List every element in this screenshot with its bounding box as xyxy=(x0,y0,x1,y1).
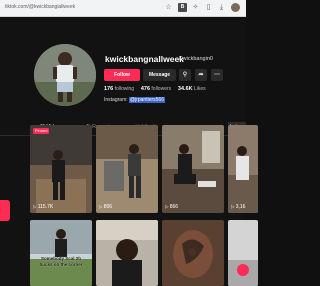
video-tile[interactable]: 3,16 xyxy=(228,125,258,213)
follow-button[interactable]: Follow xyxy=(104,69,140,81)
view-count: 3,16 xyxy=(231,204,246,210)
video-tile[interactable]: Somebody Scal 2b bucks on the corner xyxy=(30,220,92,286)
video-tile[interactable] xyxy=(162,220,224,286)
extension-icon[interactable]: B xyxy=(178,3,187,12)
message-button[interactable]: Message xyxy=(143,69,176,81)
browser-profile-avatar[interactable] xyxy=(231,3,240,12)
video-tile[interactable]: Pinned 115.7K xyxy=(30,125,92,213)
more-options-icon[interactable]: ⋯ xyxy=(211,69,223,81)
share-icon[interactable]: ➦ xyxy=(195,69,207,81)
profile-stats: 176 following 476 followers 34.6K Likes xyxy=(104,86,206,92)
bio-prefix: Instagram xyxy=(104,97,127,103)
following-count: 176 xyxy=(104,86,114,92)
profile-avatar[interactable] xyxy=(34,44,96,106)
following-label[interactable]: following xyxy=(115,86,134,92)
video-tile[interactable] xyxy=(96,220,158,286)
likes-count: 34.6K xyxy=(177,86,193,92)
download-icon[interactable]: ⤓ xyxy=(217,3,226,12)
pinned-badge: Pinned xyxy=(33,128,50,134)
address-bar[interactable]: tiktok.com/@kwickbangiallweek xyxy=(5,4,75,10)
likes-label: Likes xyxy=(194,86,206,92)
puzzle-icon[interactable]: ✧ xyxy=(191,3,200,12)
sidebar-icon[interactable]: ▯ xyxy=(204,3,213,12)
followers-count: 476 xyxy=(140,86,151,92)
followers-label[interactable]: followers xyxy=(151,86,171,92)
profile-username: kwickbangnallweek xyxy=(105,54,184,64)
profile-bio: Instagram: @jrpantiers566 xyxy=(104,97,165,103)
get-app-button[interactable] xyxy=(237,264,249,276)
video-tile[interactable]: 806 xyxy=(96,125,158,213)
sidebar-accent[interactable] xyxy=(0,200,10,221)
profile-page: kwickbangnallweek Kwickbangin0 Follow Me… xyxy=(0,17,258,286)
browser-toolbar: tiktok.com/@kwickbangiallweek ☆ B ✧ ▯ ⤓ xyxy=(0,0,246,17)
view-count: 806 xyxy=(99,204,112,210)
video-tile[interactable]: 866 xyxy=(162,125,224,213)
profile-nickname: Kwickbangin0 xyxy=(179,56,213,62)
star-icon[interactable]: ☆ xyxy=(164,3,173,12)
view-count: 115.7K xyxy=(33,204,53,210)
video-tile[interactable] xyxy=(228,220,258,286)
add-friend-icon[interactable]: ⚲ xyxy=(179,69,191,81)
video-caption-overlay: Somebody Scal 2b bucks on the corner xyxy=(39,256,83,267)
view-count: 866 xyxy=(165,204,178,210)
instagram-link[interactable]: @jrpantiers566 xyxy=(129,97,165,103)
